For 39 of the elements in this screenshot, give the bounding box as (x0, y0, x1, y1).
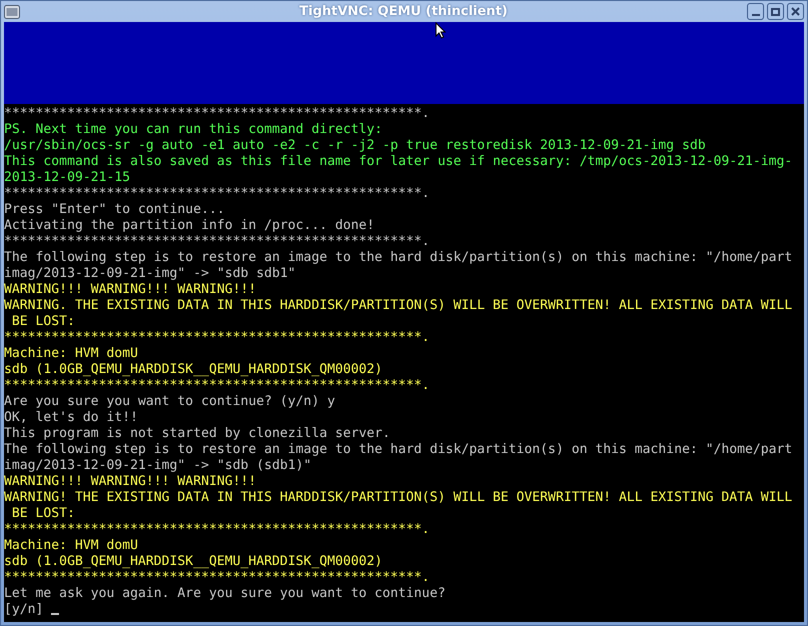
terminal-line: Activating the partition info in /proc... done! (4, 218, 376, 234)
terminal-line: PS. Next time you can run this command directly: (4, 122, 384, 138)
terminal-line: *****************************************************. (4, 106, 431, 122)
terminal-line: The following step is to restore an image to the hard disk/partition(s) on this machine: "/home/part (4, 250, 794, 266)
terminal-line: WARNING!!! WARNING!!! WARNING!!! (4, 474, 258, 490)
close-icon (791, 7, 800, 16)
terminal-prompt: [y/n] (4, 602, 44, 618)
terminal-line: *****************************************************. (4, 522, 431, 538)
terminal-line: *****************************************************. (4, 378, 431, 394)
terminal-line: Are you sure you want to continue? (y/n) y (4, 394, 336, 410)
terminal-line: Let me ask you again. Are you sure you want to continue? (4, 586, 446, 602)
window-title: TightVNC: QEMU (thinclient) (299, 2, 508, 21)
terminal-line: imag/2013-12-09-21-img" -> "sdb sdb1" (4, 266, 297, 282)
terminal-line: 2013-12-09-21-15 (4, 170, 132, 186)
terminal-line: This command is also saved as this file name for later use if necessary: /tmp/ocs-2013-12-09-21-img- (4, 154, 794, 170)
terminal-line: Machine: HVM domU (4, 346, 140, 362)
terminal-line: /usr/sbin/ocs-sr -g auto -e1 auto -e2 -c -r -j2 -p true restoredisk 2013-12-09-21-img sdb (4, 138, 707, 154)
terminal-line: Machine: HVM domU (4, 538, 140, 554)
terminal-line: imag/2013-12-09-21-img" -> "sdb (sdb1)" (4, 458, 312, 474)
terminal-line: Press "Enter" to continue... (4, 202, 226, 218)
terminal-line: *****************************************************. (4, 234, 431, 250)
terminal-line: This program is not started by clonezilla server. (4, 426, 392, 442)
terminal-line: OK, let's do it!! (4, 410, 140, 426)
terminal-line: *****************************************************. (4, 330, 431, 346)
mouse-pointer-icon (435, 22, 446, 39)
terminal-line: sdb (1.0GB_QEMU_HARDDISK__QEMU_HARDDISK_QM00002) (4, 362, 384, 378)
maximize-button[interactable] (767, 3, 784, 20)
close-button[interactable] (787, 3, 804, 20)
terminal-line: *****************************************************. (4, 570, 431, 586)
terminal-line: sdb (1.0GB_QEMU_HARDDISK__QEMU_HARDDISK_QM00002) (4, 554, 384, 570)
terminal-line: The following step is to restore an image to the hard disk/partition(s) on this machine: "/home/part (4, 442, 794, 458)
terminal-line: WARNING. THE EXISTING DATA IN THIS HARDDISK/PARTITION(S) WILL BE OVERWRITTEN! ALL EXISTING DATA WILL (4, 298, 794, 314)
terminal-line: BE LOST: (10, 314, 76, 330)
minimize-button[interactable] (747, 3, 764, 20)
terminal-line: WARNING! THE EXISTING DATA IN THIS HARDDISK/PARTITION(S) WILL BE OVERWRITTEN! ALL EXISTING DATA WILL (4, 490, 794, 506)
terminal-line: BE LOST: (10, 506, 76, 522)
terminal-line: *****************************************************. (4, 186, 431, 202)
terminal-line: WARNING!!! WARNING!!! WARNING!!! (4, 282, 258, 298)
window-icon[interactable] (4, 4, 20, 18)
